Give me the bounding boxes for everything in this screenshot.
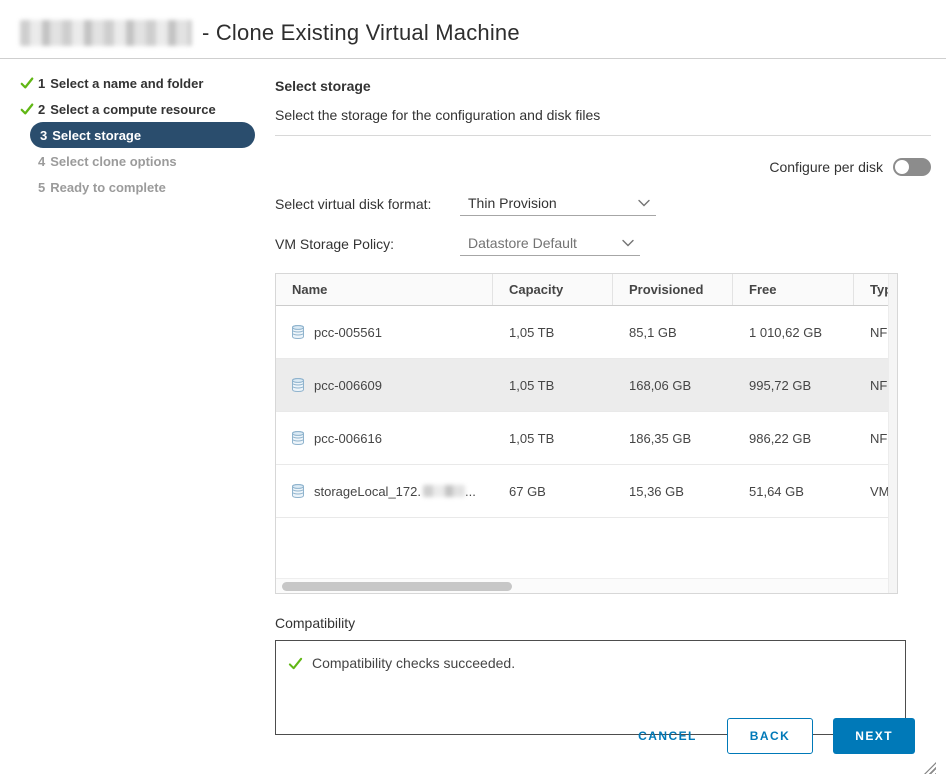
configure-per-disk-row: Configure per disk [275, 157, 931, 177]
step-label: Select a name and folder [50, 76, 203, 91]
disk-format-field: Select virtual disk format: Thin Provisi… [275, 191, 931, 217]
datastore-capacity: 1,05 TB [493, 306, 613, 358]
step-number: 2 [38, 102, 45, 117]
step-label: Select storage [52, 128, 141, 143]
step-number: 1 [38, 76, 45, 91]
check-icon [20, 102, 38, 116]
title-divider [0, 58, 946, 59]
step-number: 5 [38, 180, 45, 195]
horizontal-scrollbar-thumb[interactable] [282, 582, 512, 591]
main-panel: Select storage Select the storage for th… [275, 70, 931, 735]
configure-per-disk-label: Configure per disk [769, 159, 883, 175]
disk-format-select[interactable]: Thin Provision [460, 193, 656, 216]
redacted-vm-name [20, 20, 192, 46]
datastore-type: NFS [854, 359, 888, 411]
table-row[interactable]: pcc-006616 1,05 TB 186,35 GB 986,22 GB N… [276, 412, 888, 465]
step-label: Select clone options [50, 154, 176, 169]
step-select-clone-options: 4 Select clone options [20, 148, 265, 174]
step-select-storage[interactable]: 3 Select storage [30, 122, 255, 148]
disk-format-value: Thin Provision [468, 195, 557, 211]
datastore-name: storageLocal_172. [314, 484, 421, 499]
check-icon [20, 76, 38, 90]
datastore-capacity: 67 GB [493, 465, 613, 517]
datastore-name: pcc-005561 [314, 325, 382, 340]
step-select-compute-resource[interactable]: 2 Select a compute resource [20, 96, 265, 122]
table-header-row: Name Capacity Provisioned Free Type [276, 274, 888, 306]
datastore-provisioned: 186,35 GB [613, 412, 733, 464]
datastore-icon [290, 483, 306, 499]
datastore-name: pcc-006616 [314, 431, 382, 446]
table-row[interactable]: pcc-005561 1,05 TB 85,1 GB 1 010,62 GB N… [276, 306, 888, 359]
resize-handle-icon[interactable] [924, 762, 936, 774]
table-row[interactable]: storageLocal_172. ... 67 GB 15,36 GB 51,… [276, 465, 888, 518]
step-label: Ready to complete [50, 180, 166, 195]
dialog-title-text: - Clone Existing Virtual Machine [202, 20, 520, 46]
datastore-icon [290, 377, 306, 393]
datastore-type: NFS [854, 412, 888, 464]
disk-format-label: Select virtual disk format: [275, 196, 460, 212]
configure-per-disk-toggle[interactable] [893, 158, 931, 176]
step-ready-to-complete: 5 Ready to complete [20, 174, 265, 200]
datastore-provisioned: 15,36 GB [613, 465, 733, 517]
compatibility-message: Compatibility checks succeeded. [312, 655, 515, 671]
step-number: 4 [38, 154, 45, 169]
storage-policy-value: Datastore Default [468, 235, 577, 251]
column-header-type[interactable]: Type [854, 274, 888, 305]
column-header-capacity[interactable]: Capacity [493, 274, 613, 305]
page-subtitle: Select the storage for the configuration… [275, 107, 931, 123]
datastore-icon [290, 430, 306, 446]
datastore-provisioned: 168,06 GB [613, 359, 733, 411]
datastore-provisioned: 85,1 GB [613, 306, 733, 358]
storage-policy-select[interactable]: Datastore Default [460, 233, 640, 256]
datastore-capacity: 1,05 TB [493, 359, 613, 411]
column-header-free[interactable]: Free [733, 274, 854, 305]
compatibility-label: Compatibility [275, 615, 931, 631]
datastore-table: Name Capacity Provisioned Free Type pcc-… [275, 273, 898, 594]
compatibility-message-row: Compatibility checks succeeded. [288, 655, 893, 671]
chevron-down-icon [622, 239, 634, 247]
datastore-name: pcc-006609 [314, 378, 382, 393]
page-title: Select storage [275, 78, 931, 94]
back-button[interactable]: BACK [727, 718, 813, 754]
storage-policy-label: VM Storage Policy: [275, 236, 460, 252]
content-divider [275, 135, 931, 136]
check-icon [288, 656, 303, 671]
toggle-knob [895, 160, 909, 174]
footer-actions: CANCEL BACK NEXT [626, 718, 915, 754]
wizard-steps: 1 Select a name and folder 2 Select a co… [20, 70, 265, 200]
dialog-title: - Clone Existing Virtual Machine [20, 20, 926, 46]
datastore-free: 995,72 GB [733, 359, 854, 411]
storage-policy-field: VM Storage Policy: Datastore Default [275, 231, 931, 257]
datastore-table-viewport: Name Capacity Provisioned Free Type pcc-… [276, 274, 888, 593]
horizontal-scrollbar[interactable] [276, 578, 888, 593]
datastore-capacity: 1,05 TB [493, 412, 613, 464]
datastore-icon [290, 324, 306, 340]
chevron-down-icon [638, 199, 650, 207]
cancel-button[interactable]: CANCEL [626, 719, 709, 753]
datastore-type: VMFS [854, 465, 888, 517]
datastore-type: NFS [854, 306, 888, 358]
vertical-scrollbar[interactable] [888, 274, 897, 593]
step-number: 3 [40, 128, 47, 143]
datastore-free: 51,64 GB [733, 465, 854, 517]
step-select-name-folder[interactable]: 1 Select a name and folder [20, 70, 265, 96]
datastore-free: 1 010,62 GB [733, 306, 854, 358]
column-header-provisioned[interactable]: Provisioned [613, 274, 733, 305]
redacted-ip-segment [423, 485, 465, 497]
datastore-name-truncation: ... [465, 484, 476, 499]
column-header-name[interactable]: Name [276, 274, 493, 305]
step-label: Select a compute resource [50, 102, 215, 117]
datastore-free: 986,22 GB [733, 412, 854, 464]
table-row-selected[interactable]: pcc-006609 1,05 TB 168,06 GB 995,72 GB N… [276, 359, 888, 412]
next-button[interactable]: NEXT [833, 718, 915, 754]
